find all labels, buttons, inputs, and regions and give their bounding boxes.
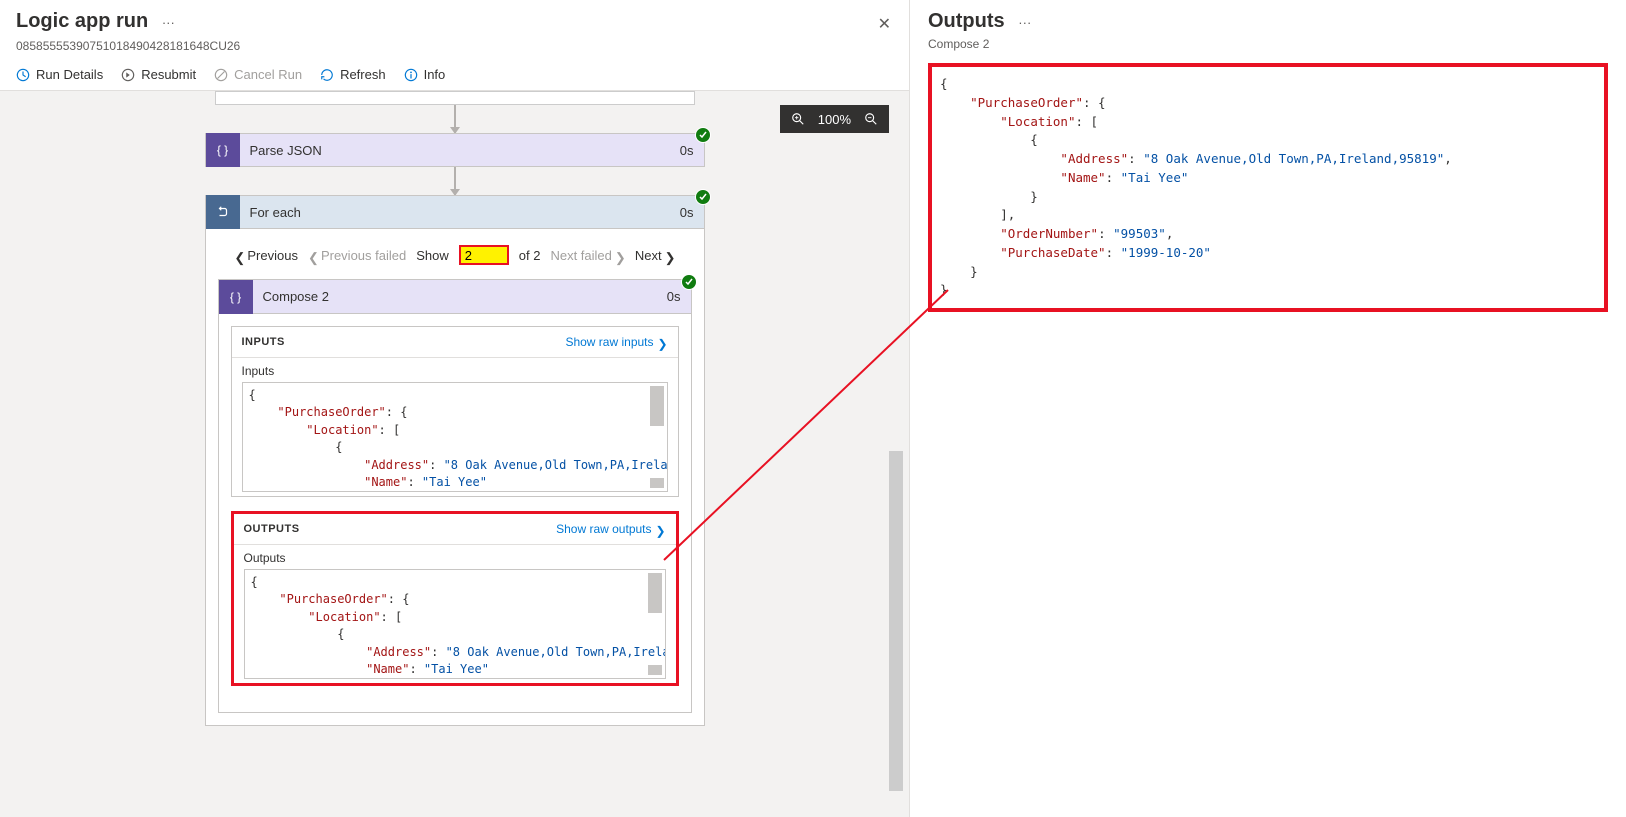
outputs-panel-subtitle: Compose 2 (910, 37, 1626, 57)
refresh-icon (320, 68, 334, 82)
zoom-out-icon[interactable] (861, 109, 881, 129)
canvas-scrollbar[interactable] (889, 451, 903, 791)
toolbar: Run Details Resubmit Cancel Run Refresh … (0, 59, 909, 91)
chevron-left-icon: ❮ (234, 250, 244, 260)
loop-icon (206, 195, 240, 229)
close-icon[interactable]: ✕ (878, 14, 891, 34)
prior-step-stub[interactable] (215, 91, 695, 105)
run-id: 08585555390751018490428181648CU26 (0, 39, 909, 59)
iteration-input[interactable] (459, 245, 509, 265)
scrollbar-thumb[interactable] (650, 478, 664, 488)
history-icon (16, 68, 30, 82)
scrollbar-thumb[interactable] (648, 573, 662, 613)
inputs-title: INPUTS (242, 336, 285, 348)
designer-canvas[interactable]: 100% { } Parse JSON 0s (0, 91, 909, 817)
outputs-section: OUTPUTS Show raw outputs ❯ Outputs { "Pu… (231, 511, 679, 686)
outputs-title: OUTPUTS (244, 523, 300, 535)
more-icon[interactable]: ··· (162, 15, 175, 30)
zoom-level: 100% (808, 112, 861, 127)
code-icon: { } (219, 280, 253, 314)
chevron-right-icon: ❯ (615, 250, 625, 260)
zoom-in-icon[interactable] (788, 109, 808, 129)
chevron-left-icon: ❮ (308, 250, 318, 260)
step-for-each[interactable]: For each 0s ❮ Previous ❮ Previous failed… (205, 195, 705, 726)
resubmit-label: Resubmit (141, 67, 196, 82)
outputs-code[interactable]: { "PurchaseOrder": { "Location": [ { "Ad… (244, 569, 666, 679)
chevron-right-icon: ❯ (665, 250, 675, 260)
scrollbar-thumb[interactable] (648, 665, 662, 675)
scrollbar-thumb[interactable] (650, 386, 664, 426)
step-duration: 0s (670, 143, 704, 158)
outputs-panel-title: Outputs (928, 10, 1005, 33)
step-title: Parse JSON (240, 143, 670, 158)
resubmit-button[interactable]: Resubmit (121, 67, 196, 82)
of-total-label: of 2 (519, 248, 541, 263)
chevron-right-icon: ❯ (656, 524, 666, 534)
step-parse-json[interactable]: { } Parse JSON 0s (205, 133, 705, 167)
prev-button[interactable]: ❮ Previous (234, 248, 298, 263)
next-label: Next (635, 248, 662, 263)
refresh-button[interactable]: Refresh (320, 67, 386, 82)
success-check-icon (695, 189, 711, 205)
zoom-bar: 100% (780, 105, 889, 133)
more-icon[interactable]: ··· (1018, 15, 1031, 30)
prev-failed-label: Previous failed (321, 248, 406, 263)
code-icon: { } (206, 133, 240, 167)
prev-label: Previous (247, 248, 298, 263)
inputs-section: INPUTS Show raw inputs ❯ Inputs { "Purch… (231, 326, 679, 497)
outputs-json-viewer[interactable]: { "PurchaseOrder": { "Location": [ { "Ad… (928, 63, 1608, 312)
run-details-label: Run Details (36, 67, 103, 82)
step-compose-2[interactable]: { } Compose 2 0s INPUTS Show raw inputs … (218, 279, 692, 713)
show-raw-inputs-link[interactable]: Show raw inputs ❯ (565, 335, 667, 349)
inputs-code[interactable]: { "PurchaseOrder": { "Location": [ { "Ad… (242, 382, 668, 492)
refresh-label: Refresh (340, 67, 386, 82)
show-label: Show (416, 248, 449, 263)
outputs-label: Outputs (244, 551, 666, 565)
chevron-right-icon: ❯ (658, 337, 668, 347)
step-title: Compose 2 (253, 289, 657, 304)
flow-arrow-icon (454, 167, 456, 195)
next-button[interactable]: Next ❯ (635, 248, 675, 263)
info-button[interactable]: Info (404, 67, 446, 82)
page-title: Logic app run (16, 10, 148, 33)
success-check-icon (681, 274, 697, 290)
run-details-button[interactable]: Run Details (16, 67, 103, 82)
iteration-pager: ❮ Previous ❮ Previous failed Show of 2 N… (218, 241, 692, 279)
success-check-icon (695, 127, 711, 143)
next-failed-button: Next failed ❯ (550, 248, 624, 263)
cancel-run-button: Cancel Run (214, 67, 302, 82)
resubmit-icon (121, 68, 135, 82)
cancel-icon (214, 68, 228, 82)
info-icon (404, 68, 418, 82)
inputs-label: Inputs (242, 364, 668, 378)
prev-failed-button: ❮ Previous failed (308, 248, 406, 263)
step-duration: 0s (657, 289, 691, 304)
info-label: Info (424, 67, 446, 82)
next-failed-label: Next failed (550, 248, 611, 263)
step-title: For each (240, 205, 670, 220)
cancel-run-label: Cancel Run (234, 67, 302, 82)
show-raw-outputs-link[interactable]: Show raw outputs ❯ (556, 522, 665, 536)
flow-arrow-icon (454, 105, 456, 133)
step-duration: 0s (670, 205, 704, 220)
